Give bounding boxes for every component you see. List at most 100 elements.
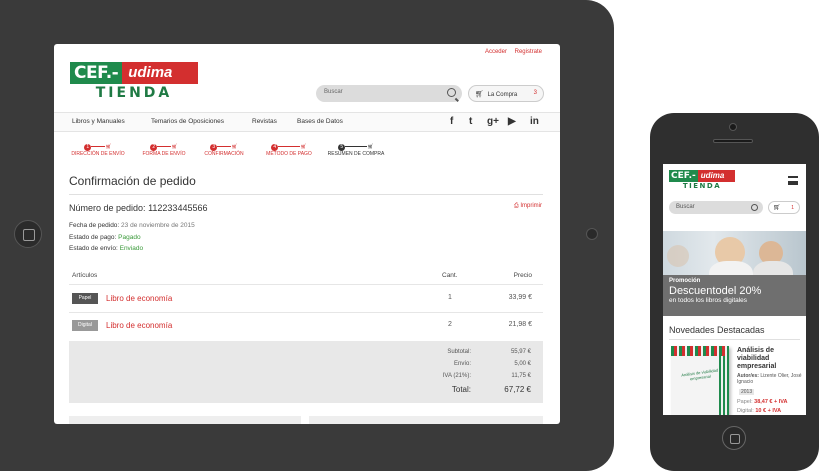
main-nav: Libros y Manuales Temarios de Oposicione… bbox=[54, 112, 560, 132]
price-value: 21,98 € bbox=[508, 321, 532, 328]
step-resumen[interactable]: 5 🛒︎ RESUMEN DE COMPRA bbox=[316, 144, 396, 157]
step-number: 2 bbox=[150, 144, 158, 151]
linkedin-icon[interactable]: in bbox=[530, 116, 539, 127]
logo-udima-text: udima bbox=[122, 62, 198, 84]
store-logo[interactable]: CEF.- udima TIENDA bbox=[669, 170, 735, 194]
order-date-value: 23 de noviembre de 2015 bbox=[121, 222, 195, 229]
login-link[interactable]: Acceder bbox=[485, 49, 507, 55]
product-link[interactable]: Libro de economía bbox=[106, 321, 172, 330]
cart-icon: 🛒︎ bbox=[171, 144, 178, 150]
register-link[interactable]: Registrate bbox=[515, 49, 542, 55]
subtotal-label: Subtotal: bbox=[447, 349, 471, 355]
step-label: RESUMEN DE COMPRA bbox=[327, 151, 385, 157]
cart-icon: 🛒︎ bbox=[367, 144, 374, 150]
step-label: MÉTODO DE PAGO bbox=[266, 151, 312, 157]
google-plus-icon[interactable]: g+ bbox=[487, 116, 499, 127]
cart-button[interactable]: 🛒︎ La Compra 3 bbox=[468, 85, 544, 102]
total-label: Total: bbox=[451, 385, 471, 394]
divider bbox=[69, 194, 543, 195]
search-placeholder: Buscar bbox=[324, 89, 343, 95]
person-illustration bbox=[667, 245, 689, 267]
top-links: Acceder Registrate bbox=[479, 49, 542, 55]
page-title: Confirmación de pedido bbox=[69, 174, 196, 188]
product-link[interactable]: Libro de economía bbox=[106, 294, 172, 303]
step-label: CONFIRMACIÓN bbox=[204, 151, 244, 157]
order-totals: Subtotal: 55,97 € Envío: 5,00 € IVA (21%… bbox=[69, 341, 543, 403]
vat-value: 11,75 € bbox=[511, 373, 531, 379]
tablet-camera bbox=[586, 228, 598, 240]
price-digital: Digital: 10 € + IVA bbox=[737, 408, 781, 414]
promo-subtitle: en todos los libros digitales bbox=[669, 297, 748, 304]
print-button[interactable]: ⎙ Imprimir bbox=[514, 203, 542, 210]
phone-home-button bbox=[722, 426, 746, 450]
twitter-icon[interactable]: t bbox=[469, 116, 472, 127]
search-icon[interactable] bbox=[447, 88, 456, 97]
menu-icon[interactable] bbox=[788, 176, 798, 185]
promo-banner[interactable]: Promoción Descuentodel 20% en todos los … bbox=[663, 275, 806, 316]
promo-image[interactable] bbox=[663, 231, 806, 275]
shipping-status-label: Estado de envío: bbox=[69, 245, 118, 252]
book-year: 2013 bbox=[739, 389, 755, 395]
cart-button[interactable]: 🛒︎ 1 bbox=[768, 201, 800, 214]
price-digital-label: Digital: bbox=[737, 408, 754, 414]
youtube-icon[interactable]: ▶ bbox=[508, 116, 516, 127]
shipping-status: Estado de envío: Enviado bbox=[69, 245, 143, 252]
phone-device: CEF.- udima TIENDA Buscar 🛒︎ 1 Promoción… bbox=[650, 113, 819, 471]
search-input[interactable]: Buscar bbox=[669, 201, 763, 214]
tablet-device: Acceder Registrate CEF.- udima TIENDA Bu… bbox=[0, 0, 614, 471]
cart-icon: 🛒︎ bbox=[105, 144, 112, 150]
phone-camera bbox=[729, 123, 737, 131]
payment-status: Estado de pago: Pagado bbox=[69, 234, 141, 241]
payment-status-label: Estado de pago: bbox=[69, 234, 117, 241]
divider bbox=[669, 339, 800, 340]
footer-panel-left bbox=[69, 416, 301, 424]
order-number-label: Número de pedido: bbox=[69, 203, 146, 213]
printer-icon: ⎙ bbox=[513, 203, 519, 209]
cart-count-badge: 1 bbox=[791, 205, 794, 211]
column-header-cantidad: Cant. bbox=[442, 272, 458, 279]
book-cover[interactable]: Análisis de viabilidad empresarial bbox=[671, 346, 729, 415]
checkout-steps: 1 🛒︎ DIRECCIÓN DE ENVÍO 2 🛒︎ FORMA DE ENVÍ… bbox=[54, 144, 560, 164]
search-placeholder: Buscar bbox=[676, 204, 695, 210]
cart-icon: 🛒︎ bbox=[231, 144, 238, 150]
facebook-icon[interactable]: f bbox=[450, 116, 453, 127]
book-title[interactable]: Análisis de viabilidad empresarial bbox=[737, 347, 801, 371]
search-icon[interactable] bbox=[751, 203, 758, 211]
cover-title: Análisis de viabilidad empresarial bbox=[680, 367, 719, 382]
shipping-status-value: Enviado bbox=[119, 245, 144, 252]
cart-label: La Compra bbox=[487, 92, 518, 98]
logo-cef-text: CEF.- bbox=[671, 171, 696, 181]
person-shirt bbox=[709, 261, 753, 275]
phone-speaker bbox=[713, 139, 753, 143]
cart-count-badge: 3 bbox=[533, 90, 537, 96]
print-label: Imprimir bbox=[520, 203, 542, 209]
price-digital-value: 10 € + IVA bbox=[755, 408, 782, 414]
order-date-label: Fecha de pedido: bbox=[69, 222, 120, 229]
nav-item-revistas[interactable]: Revistas bbox=[252, 118, 277, 125]
tablet-home-button bbox=[14, 220, 42, 248]
order-date: Fecha de pedido: 23 de noviembre de 2015 bbox=[69, 222, 195, 229]
step-label: FORMA DE ENVÍO bbox=[142, 151, 186, 157]
promo-kicker: Promoción bbox=[669, 278, 701, 284]
store-logo[interactable]: CEF.- udima TIENDA bbox=[70, 62, 198, 102]
nav-item-libros[interactable]: Libros y Manuales bbox=[72, 118, 125, 125]
price-paper-value: 38,47 € + IVA bbox=[754, 399, 788, 405]
nav-item-bases-datos[interactable]: Bases de Datos bbox=[297, 118, 343, 125]
total-value: 67,72 € bbox=[504, 385, 531, 394]
phone-screen: CEF.- udima TIENDA Buscar 🛒︎ 1 Promoción… bbox=[663, 164, 806, 415]
step-number: 5 bbox=[338, 144, 346, 151]
footer-panels bbox=[69, 416, 543, 424]
search-input[interactable]: Buscar bbox=[316, 85, 462, 102]
tablet-screen: Acceder Registrate CEF.- udima TIENDA Bu… bbox=[54, 44, 560, 424]
step-label: DIRECCIÓN DE ENVÍO bbox=[71, 151, 125, 157]
section-title: Novedades Destacadas bbox=[669, 325, 765, 335]
logo-subtitle: TIENDA bbox=[682, 182, 722, 190]
price-paper-label: Papel: bbox=[737, 399, 753, 405]
footer-panel-right bbox=[309, 416, 543, 424]
column-header-articulos: Artículos bbox=[72, 272, 98, 279]
cart-icon: 🛒︎ bbox=[475, 91, 484, 98]
cover-side-stripes bbox=[719, 356, 729, 415]
price-value: 33,99 € bbox=[508, 294, 532, 301]
nav-item-temarios[interactable]: Temarios de Oposiciones bbox=[151, 118, 224, 125]
shipping-cost-value: 5,00 € bbox=[514, 361, 531, 367]
